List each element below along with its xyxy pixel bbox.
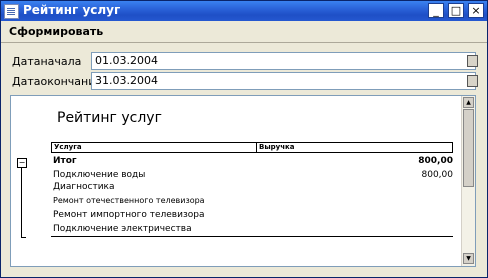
end-date-label: Датаокончания bbox=[12, 75, 102, 88]
total-label: Итог bbox=[53, 156, 77, 166]
total-row: Итог 800,00 bbox=[53, 156, 453, 169]
generate-button[interactable]: Сформировать bbox=[7, 23, 105, 40]
window-title: Рейтинг услуг bbox=[23, 3, 121, 17]
group-line bbox=[21, 167, 22, 237]
report-area[interactable]: Рейтинг услуг Услуга Выручка Итог 800,00… bbox=[10, 95, 476, 267]
toolbar: Сформировать bbox=[1, 21, 487, 43]
service-revenue: 800,00 bbox=[421, 170, 454, 180]
table-row: Ремонт отечественного телевизора bbox=[53, 196, 453, 209]
report-title: Рейтинг услуг bbox=[57, 110, 162, 126]
row-group: − bbox=[17, 158, 27, 238]
start-date-label: Датаначала bbox=[12, 55, 82, 68]
title-bar: Рейтинг услуг _ □ × bbox=[1, 1, 487, 21]
document-icon bbox=[4, 4, 19, 19]
service-name: Диагностика bbox=[53, 182, 115, 192]
scroll-up-icon[interactable]: ▲ bbox=[463, 97, 474, 108]
service-name: Ремонт отечественного телевизора bbox=[53, 196, 205, 205]
service-name: Подключение электричества bbox=[53, 224, 192, 234]
group-line-end bbox=[21, 237, 26, 238]
column-service: Услуга bbox=[54, 143, 82, 151]
total-value: 800,00 bbox=[418, 156, 453, 166]
collapse-group-button[interactable]: − bbox=[17, 158, 27, 168]
close-button[interactable]: × bbox=[468, 3, 484, 18]
service-name: Ремонт импортного телевизора bbox=[53, 210, 205, 220]
scroll-down-icon[interactable]: ▼ bbox=[463, 253, 474, 264]
calendar-icon[interactable] bbox=[467, 75, 478, 87]
end-date-field[interactable]: 31.03.2004 bbox=[91, 72, 476, 90]
table-header: Услуга Выручка bbox=[51, 142, 453, 153]
scroll-thumb[interactable] bbox=[463, 109, 474, 187]
start-date-field[interactable]: 01.03.2004 bbox=[91, 52, 476, 70]
calendar-icon[interactable] bbox=[467, 55, 478, 67]
maximize-button[interactable]: □ bbox=[448, 3, 464, 18]
minimize-button[interactable]: _ bbox=[428, 3, 444, 18]
report-window: Рейтинг услуг _ □ × Сформировать Датанач… bbox=[0, 0, 488, 278]
table-row: Ремонт импортного телевизора bbox=[53, 210, 453, 223]
service-name: Подключение воды bbox=[53, 170, 146, 180]
column-revenue: Выручка bbox=[256, 143, 295, 152]
table-row: Диагностика bbox=[53, 182, 453, 195]
table-bottom-border bbox=[51, 236, 453, 237]
vertical-scrollbar[interactable]: ▲ ▼ bbox=[461, 96, 475, 266]
